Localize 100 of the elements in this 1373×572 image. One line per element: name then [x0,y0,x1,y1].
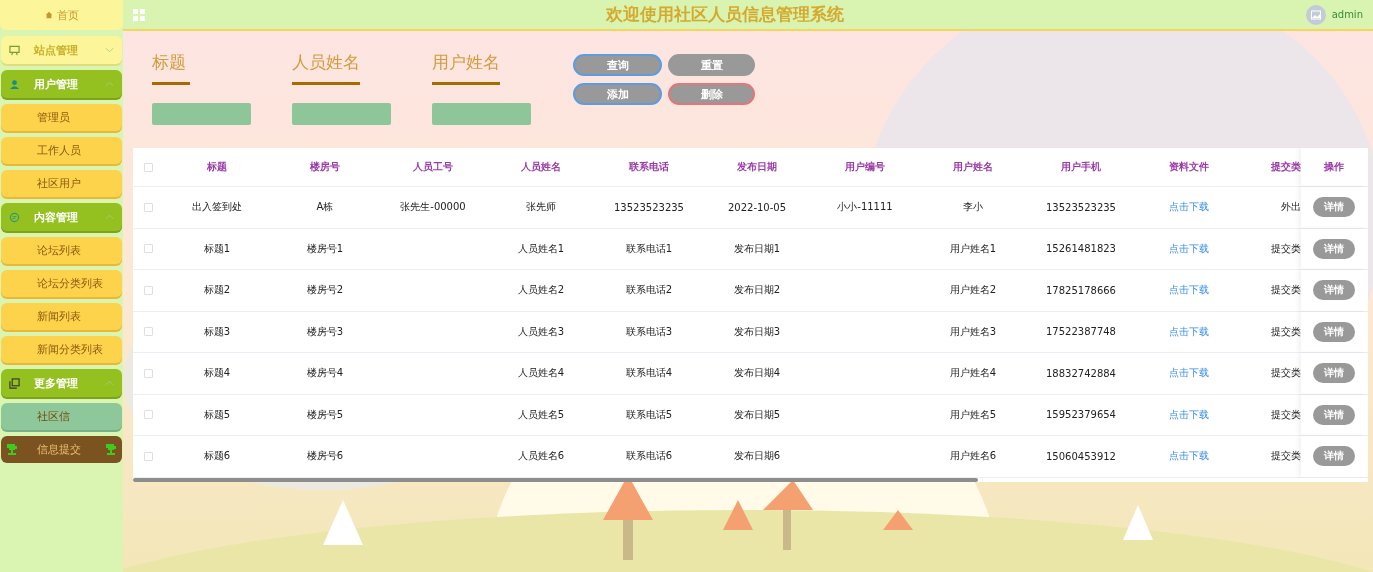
table-cell: 联系电话3 [625,325,673,337]
table-cell: 发布日期1 [733,242,781,254]
checkbox[interactable] [143,244,153,254]
table-cell: 15952379654 [1046,409,1116,421]
home-menu-item[interactable]: 首页 [0,0,123,30]
checkbox[interactable] [143,202,153,212]
table-cell: 发布日期2 [733,284,781,296]
download-link[interactable]: 点击下载 [1169,325,1209,337]
table-cell: 人员姓名4 [517,367,565,379]
table-cell: 用户姓名1 [949,242,997,254]
input-field[interactable] [432,103,531,125]
column-header: 用户手机 [1061,161,1101,172]
action-button[interactable]: 查询 [573,54,662,76]
detail-button[interactable]: 详情 [1313,446,1355,467]
table-cell: 李小 [963,201,983,213]
table-cell: 小小-11111 [837,201,893,213]
column-header: 用户姓名 [953,161,993,172]
checkbox[interactable] [143,285,153,295]
submenu-item[interactable]: 工作人员 [1,137,122,164]
submenu-item[interactable]: 新闻分类列表 [1,336,122,363]
copy-icon [9,377,20,389]
home-icon [44,11,53,19]
table-cell: 15060453912 [1046,450,1116,462]
table-cell: 17825178666 [1046,284,1116,296]
input-field[interactable] [292,103,391,125]
checkbox[interactable] [143,368,153,378]
action-button[interactable]: 添加 [573,83,662,105]
action-button[interactable]: 删除 [668,83,755,105]
column-header: 楼房号 [310,161,340,172]
table-cell: 标题2 [203,284,231,296]
table-cell: A栋 [316,201,334,213]
download-link[interactable]: 点击下载 [1169,408,1209,420]
submenu-item[interactable]: 新闻列表 [1,303,122,330]
table-cell: 13523523235 [1046,201,1116,213]
table-cell: 标题5 [203,408,231,420]
table-cell: 发布日期4 [733,367,781,379]
table-cell: 用户姓名3 [949,325,997,337]
detail-button[interactable]: 详情 [1313,404,1355,425]
menu-group[interactable]: 内容管理 [1,203,122,231]
table-cell: 联系电话5 [625,408,673,420]
table-cell: 联系电话1 [625,242,673,254]
table-cell: 人员姓名2 [517,284,565,296]
download-link[interactable]: 点击下载 [1169,242,1209,254]
download-link[interactable]: 点击下载 [1169,284,1209,296]
table-cell: 楼房号3 [306,325,344,337]
checkbox[interactable] [143,410,153,420]
table-cell: 提交类 [1271,284,1301,296]
table-cell: 17522387748 [1046,326,1116,338]
table-cell: 提交类 [1271,450,1301,462]
submenu-item[interactable]: 社区信 [1,403,122,430]
detail-button[interactable]: 详情 [1313,197,1355,218]
menu-grid-icon[interactable] [133,8,145,21]
table-cell: 张先生-00000 [400,201,466,213]
menu-group[interactable]: 更多管理 [1,369,122,397]
detail-button[interactable]: 详情 [1313,363,1355,384]
submenu-item[interactable]: 管理员 [1,104,122,131]
table-cell: 联系电话2 [625,284,673,296]
column-header: 联系电话 [629,161,669,172]
table-cell: 用户姓名5 [949,408,997,420]
menu-item[interactable]: 信息提交 [1,436,122,463]
avatar-icon[interactable] [1305,4,1326,25]
detail-button[interactable]: 详情 [1313,321,1355,342]
table-cell: 外出 [1281,201,1301,213]
table-cell: 发布日期6 [733,450,781,462]
table-cell: 人员姓名1 [517,242,565,254]
download-link[interactable]: 点击下载 [1169,367,1209,379]
checkbox[interactable] [143,327,153,337]
table-cell: 人员姓名5 [517,408,565,420]
submenu-item[interactable]: 论坛分类列表 [1,270,122,297]
table-cell: 张先师 [526,201,556,213]
checkbox[interactable] [143,451,153,461]
chevron-up-icon [105,214,114,220]
page-title: 欢迎使用社区人员信息管理系统 [604,3,846,26]
table-cell: 联系电话4 [625,367,673,379]
table-cell: 18832742884 [1046,367,1116,379]
table-cell: 提交类 [1271,367,1301,379]
table-cell: 人员姓名6 [517,450,565,462]
menu-group[interactable]: 用户管理 [1,70,122,98]
detail-button[interactable]: 详情 [1313,238,1355,259]
download-link[interactable]: 点击下载 [1169,201,1209,213]
username[interactable]: admin [1331,9,1363,20]
table-cell: 发布日期3 [733,325,781,337]
checkbox[interactable] [143,162,153,172]
input-field[interactable] [152,103,251,125]
table-cell: 楼房号4 [306,367,344,379]
submenu-item[interactable]: 论坛列表 [1,237,122,264]
table-cell: 标题3 [203,325,231,337]
chevron-up-icon [105,81,114,87]
table-cell: 楼房号1 [306,242,344,254]
column-header: 操作 [1324,160,1344,174]
detail-button[interactable]: 详情 [1313,280,1355,301]
scrollbar-thumb[interactable] [133,477,978,482]
chat-icon [9,211,20,223]
action-button[interactable]: 重置 [668,54,755,76]
chevron-up-icon [105,380,114,386]
table-cell: 用户姓名6 [949,450,997,462]
download-link[interactable]: 点击下载 [1169,450,1209,462]
submenu-item[interactable]: 社区用户 [1,170,122,197]
menu-group[interactable]: 站点管理 [1,36,122,64]
user-icon [9,78,20,90]
